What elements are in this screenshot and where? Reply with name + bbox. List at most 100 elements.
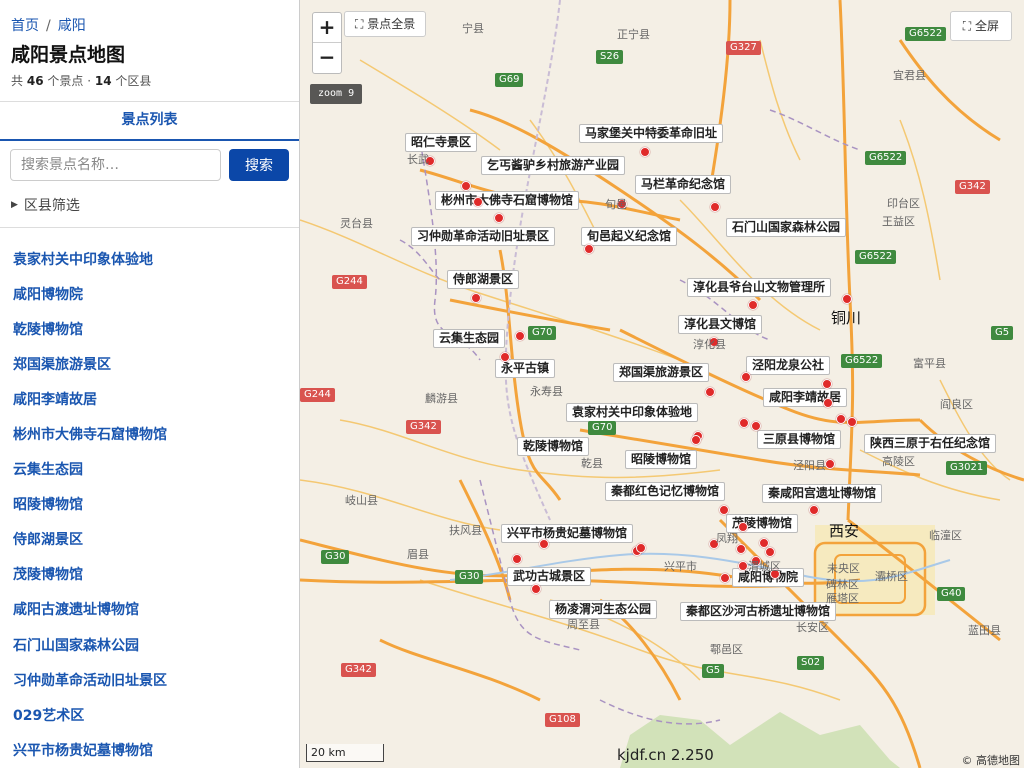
map-pin-icon[interactable] [765,547,775,557]
breadcrumb-home-link[interactable]: 首页 [11,18,39,34]
map-view[interactable]: 昭仁寺景区 马家堡关中特委革命旧址乞丐酱驴乡村旅游产业园 马栏革命纪念馆彬州市大佛寺… [300,0,1024,768]
map-pin-icon[interactable] [842,294,852,304]
map-pin-icon[interactable] [691,435,701,445]
search-button[interactable]: 搜索 [229,149,289,181]
map-pin-icon[interactable] [719,505,729,515]
map-spot-label[interactable]: 袁家村关中印象体验地 [566,403,699,422]
map-spot-label[interactable]: 郑国渠旅游景区 [613,363,710,382]
map-spot-label[interactable]: 昭陵博物馆 [625,450,698,469]
map-place-name: 乾县 [581,457,603,470]
map-spot-label[interactable]: 马家堡关中特委革命旧址 [579,124,724,143]
spot-list-item[interactable]: 习仲勋革命活动旧址景区 [0,662,299,697]
map-pin-icon[interactable] [748,300,758,310]
spot-list-item[interactable]: 石门山国家森林公园 [0,627,299,662]
county-count: 14 [94,74,112,88]
spot-list-item[interactable]: 茂陵博物馆 [0,557,299,592]
map-spot-label[interactable]: 昭仁寺景区 [405,133,478,152]
map-spot-label[interactable]: 秦咸阳宫遗址博物馆 [762,484,883,503]
map-pin-icon[interactable] [710,202,720,212]
spot-list-item[interactable]: 侍郎湖景区 [0,522,299,557]
county-filter-label: 区县筛选 [23,198,80,214]
map-spot-label[interactable]: 陕西三原于右任纪念馆 [864,434,997,453]
map-pin-icon[interactable] [738,522,748,532]
map-spot-label[interactable]: 淳化县文博馆 [678,315,763,334]
map-pin-icon[interactable] [741,372,751,382]
zoom-out-button[interactable]: − [313,43,341,73]
spot-list: 袁家村关中印象体验地 咸阳博物院 乾陵博物馆 郑国渠旅游景区 咸阳李靖故居 彬州市大佛寺石… [0,241,299,767]
map-pin-icon[interactable] [531,584,541,594]
map-spot-label[interactable]: 云集生态园 [433,329,506,348]
fullscreen-icon: ⛶ [962,19,975,33]
tab-spot-list[interactable]: 景点列表 [0,102,299,141]
map-spot-label[interactable]: 杨凌渭河生态公园 [549,600,658,619]
road-shield: G5 [991,326,1014,340]
road-shield: G6522 [841,354,883,368]
map-pin-icon[interactable] [512,554,522,564]
map-spot-label[interactable]: 乞丐酱驴乡村旅游产业园 [481,156,626,175]
map-pin-icon[interactable] [636,543,646,553]
breadcrumb-current-link[interactable]: 咸阳 [58,18,86,34]
map-pin-icon[interactable] [738,561,748,571]
road-shield: G70 [528,326,557,340]
road-shield: G40 [937,587,966,601]
spot-list-item[interactable]: 袁家村关中印象体验地 [0,241,299,276]
spot-list-item[interactable]: 乾陵博物馆 [0,311,299,346]
map-pin-icon[interactable] [823,398,833,408]
map-pin-icon[interactable] [822,379,832,389]
map-place-name: 临潼区 [929,529,962,542]
map-spot-label[interactable]: 乾陵博物馆 [517,437,590,456]
search-input[interactable] [10,149,221,181]
spot-list-item[interactable]: 彬州市大佛寺石窟博物馆 [0,416,299,451]
map-spot-label[interactable]: 武功古城景区 [507,567,592,586]
spot-list-item[interactable]: 昭陵博物馆 [0,487,299,522]
map-spot-label[interactable]: 马栏革命纪念馆 [635,175,732,194]
map-spot-label[interactable]: 三原县博物馆 [757,430,842,449]
map-pin-icon[interactable] [515,331,525,341]
map-spot-label[interactable]: 兴平市杨贵妃墓博物馆 [501,524,634,543]
spot-list-item[interactable]: 云集生态园 [0,452,299,487]
map-spot-label[interactable]: 泾阳龙泉公社 [746,356,831,375]
map-place-name: 雁塔区 [826,592,859,605]
map-pin-icon[interactable] [461,181,471,191]
map-spot-label[interactable]: 旬邑起义纪念馆 [581,227,678,246]
map-pin-icon[interactable] [640,147,650,157]
map-spot-label[interactable]: 秦都红色记忆博物馆 [605,482,726,501]
map-pin-icon[interactable] [539,539,549,549]
map-place-name: 鄠邑区 [710,643,743,656]
map-spot-label[interactable]: 彬州市大佛寺石窟博物馆 [435,191,580,210]
spot-list-item[interactable]: 029艺术区 [0,697,299,732]
full-view-button[interactable]: ⛶ 景点全景 [344,11,427,37]
map-pin-icon[interactable] [584,244,594,254]
fullscreen-button[interactable]: ⛶ 全屏 [949,11,1012,41]
map-pin-icon[interactable] [751,421,761,431]
map-pin-icon[interactable] [473,197,483,207]
map-place-name: 凤翔 [716,532,738,545]
map-pin-icon[interactable] [847,417,857,427]
spot-list-item[interactable]: 咸阳李靖故居 [0,381,299,416]
map-pin-icon[interactable] [500,352,510,362]
map-pin-icon[interactable] [471,293,481,303]
map-pin-icon[interactable] [836,414,846,424]
map-base [300,0,1024,768]
map-pin-icon[interactable] [739,418,749,428]
map-pin-icon[interactable] [494,213,504,223]
expand-icon: ⛶ [355,17,368,31]
road-shield: S02 [797,656,825,670]
map-pin-icon[interactable] [809,505,819,515]
spot-list-item[interactable]: 郑国渠旅游景区 [0,346,299,381]
zoom-in-button[interactable]: + [313,13,341,43]
spot-list-item[interactable]: 咸阳古渡遗址博物馆 [0,592,299,627]
map-spot-label[interactable]: 侍郎湖景区 [447,270,520,289]
spot-list-item[interactable]: 兴平市杨贵妃墓博物馆 [0,732,299,767]
map-spot-label[interactable]: 习仲勋革命活动旧址景区 [411,227,556,246]
map-pin-icon[interactable] [720,573,730,583]
map-spot-label[interactable]: 咸阳李靖故居 [763,388,848,407]
map-pin-icon[interactable] [705,387,715,397]
map-place-name: 麟游县 [425,392,458,405]
road-shield: G342 [955,180,990,194]
spot-list-item[interactable]: 咸阳博物院 [0,276,299,311]
map-pin-icon[interactable] [825,459,835,469]
map-spot-label[interactable]: 石门山国家森林公园 [726,218,847,237]
county-filter-toggle[interactable]: ▶ 区县筛选 [11,195,80,215]
map-spot-label[interactable]: 淳化县爷台山文物管理所 [687,278,832,297]
